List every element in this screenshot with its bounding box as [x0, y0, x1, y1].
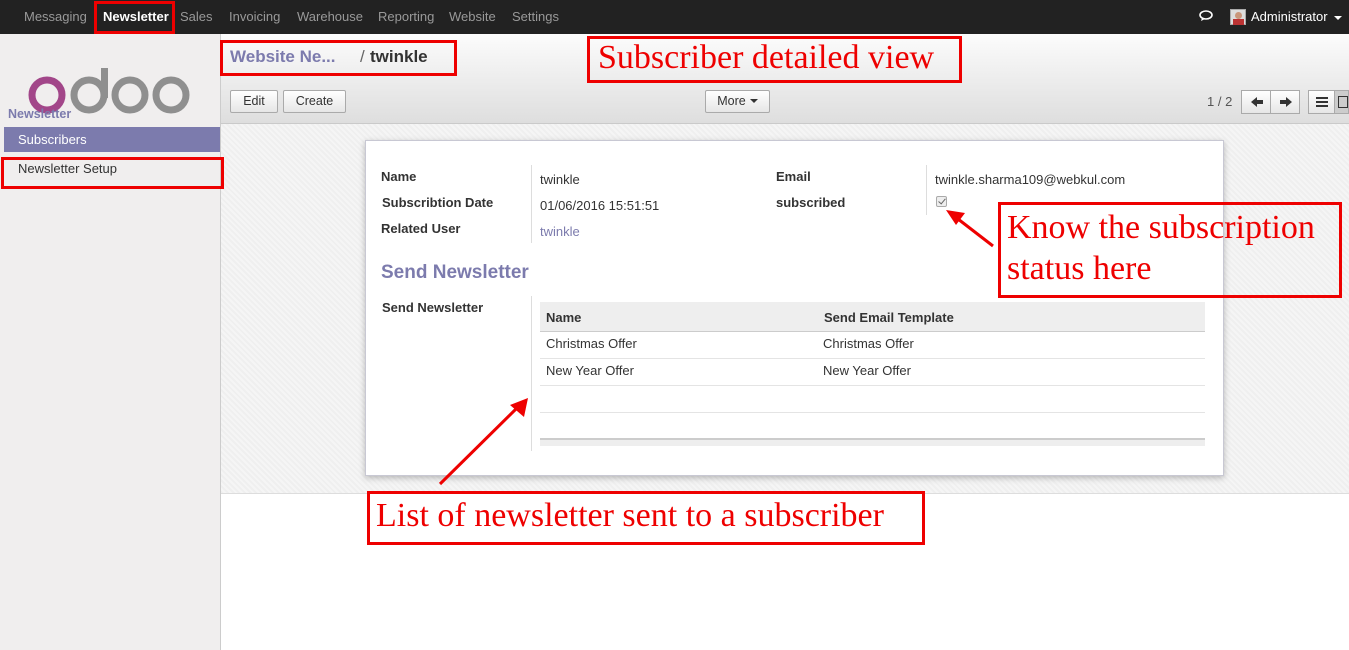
annotation-arrows: [438, 210, 994, 486]
